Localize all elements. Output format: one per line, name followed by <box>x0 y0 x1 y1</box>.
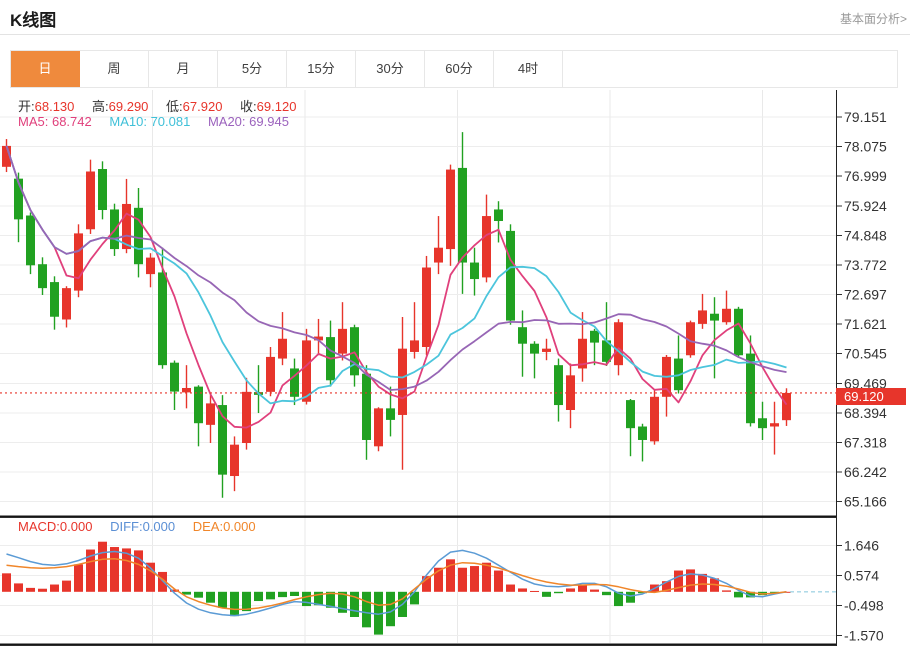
tab-filler <box>563 51 897 87</box>
dea-label: DEA: <box>193 519 223 534</box>
ma20-value: 69.945 <box>249 114 289 129</box>
page-title: K线图 <box>10 6 56 31</box>
svg-text:72.697: 72.697 <box>844 287 887 303</box>
svg-text:74.848: 74.848 <box>844 227 887 243</box>
low-label: 低: <box>166 99 183 114</box>
period-tab-bar: 日 周 月 5分 15分 30分 60分 4时 <box>10 50 898 88</box>
diff-value: 0.000 <box>143 519 176 534</box>
svg-text:78.075: 78.075 <box>844 139 887 155</box>
open-group: 开:68.130 <box>18 99 74 114</box>
tab-day[interactable]: 日 <box>11 51 80 87</box>
svg-text:73.772: 73.772 <box>844 257 887 273</box>
ma5-group: MA5: 68.742 <box>18 114 92 129</box>
svg-text:79.151: 79.151 <box>844 109 887 125</box>
tab-5min[interactable]: 5分 <box>218 51 287 87</box>
open-label: 开: <box>18 99 35 114</box>
fundamental-analysis-link[interactable]: 基本面分析> <box>840 10 907 27</box>
svg-text:75.924: 75.924 <box>844 198 887 214</box>
low-group: 低:67.920 <box>166 99 222 114</box>
tab-15min[interactable]: 15分 <box>287 51 356 87</box>
tab-4hour[interactable]: 4时 <box>494 51 563 87</box>
svg-text:-1.570: -1.570 <box>844 628 884 644</box>
macd-value: 0.000 <box>60 519 93 534</box>
tab-30min[interactable]: 30分 <box>356 51 425 87</box>
tab-month[interactable]: 月 <box>149 51 218 87</box>
macd-group: MACD:0.000 <box>18 519 92 534</box>
high-group: 高:69.290 <box>92 99 148 114</box>
tab-week[interactable]: 周 <box>80 51 149 87</box>
diff-group: DIFF:0.000 <box>110 519 175 534</box>
dea-group: DEA:0.000 <box>193 519 256 534</box>
svg-text:0.574: 0.574 <box>844 568 879 584</box>
ma10-group: MA10: 70.081 <box>109 114 190 129</box>
svg-text:65.166: 65.166 <box>844 494 887 510</box>
title-divider <box>0 34 910 35</box>
ohlc-legend: 开:68.130 高:69.290 低:67.920 收:69.120 <box>18 96 310 115</box>
svg-text:-0.498: -0.498 <box>844 598 884 614</box>
tab-60min[interactable]: 60分 <box>425 51 494 87</box>
diff-label: DIFF: <box>110 519 143 534</box>
ma5-value: 68.742 <box>52 114 92 129</box>
svg-text:1.646: 1.646 <box>844 538 879 554</box>
svg-text:71.621: 71.621 <box>844 316 887 332</box>
svg-text:67.318: 67.318 <box>844 435 887 451</box>
svg-text:68.394: 68.394 <box>844 405 887 421</box>
open-value: 68.130 <box>35 99 75 114</box>
macd-label: MACD: <box>18 519 60 534</box>
svg-text:70.545: 70.545 <box>844 346 887 362</box>
close-group: 收:69.120 <box>240 99 296 114</box>
ma5-label: MA5: <box>18 114 48 129</box>
ma10-value: 70.081 <box>151 114 191 129</box>
svg-text:76.999: 76.999 <box>844 168 887 184</box>
current-price-badge: 69.120 <box>836 388 906 405</box>
close-label: 收: <box>240 99 257 114</box>
macd-legend: MACD:0.000 DIFF:0.000 DEA:0.000 <box>18 519 270 534</box>
high-label: 高: <box>92 99 109 114</box>
ma10-label: MA10: <box>109 114 147 129</box>
svg-text:66.242: 66.242 <box>844 464 887 480</box>
low-value: 67.920 <box>183 99 223 114</box>
ma20-label: MA20: <box>208 114 246 129</box>
high-value: 69.290 <box>109 99 149 114</box>
ma-legend: MA5: 68.742 MA10: 70.081 MA20: 69.945 <box>18 114 303 129</box>
close-value: 69.120 <box>257 99 297 114</box>
ma20-group: MA20: 69.945 <box>208 114 289 129</box>
dea-value: 0.000 <box>223 519 256 534</box>
